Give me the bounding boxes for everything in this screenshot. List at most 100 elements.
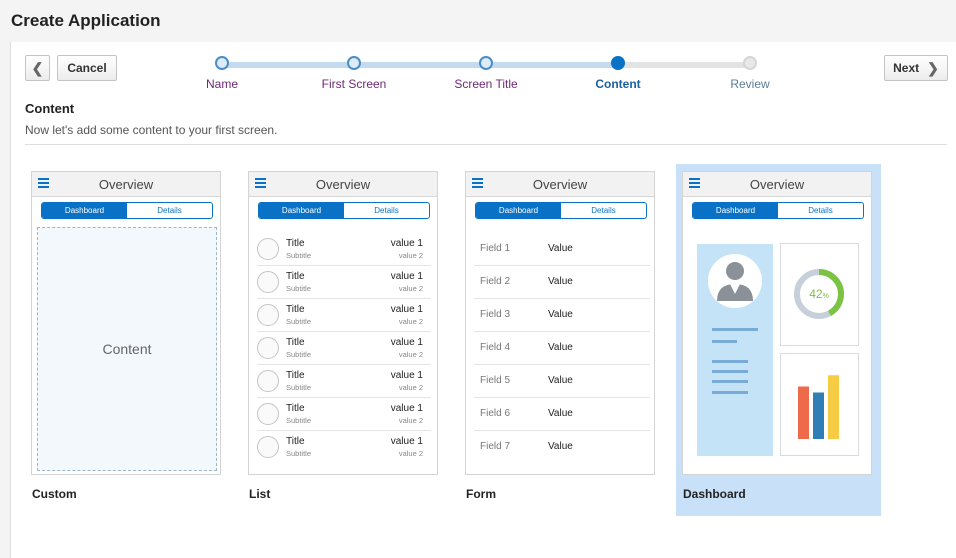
train-label-screen-title[interactable]: Screen Title bbox=[426, 77, 546, 91]
chevron-right-icon: ❯ bbox=[927, 59, 939, 76]
list-item: Title Subtitle value 1 value 2 bbox=[257, 431, 431, 464]
tab-dashboard: Dashboard bbox=[259, 203, 344, 218]
form-row: Field 4 Value bbox=[474, 332, 650, 365]
list-item-value2: value 2 bbox=[398, 317, 423, 326]
list-item-value1: value 1 bbox=[390, 403, 423, 414]
template-caption-list[interactable]: List bbox=[249, 487, 270, 501]
tab-details: Details bbox=[374, 206, 399, 215]
form-field-label: Field 2 bbox=[480, 276, 511, 287]
tab-details: Details bbox=[808, 206, 833, 215]
list-item-value2: value 2 bbox=[398, 449, 423, 458]
divider bbox=[25, 144, 947, 145]
train-stop-review[interactable] bbox=[743, 56, 757, 70]
preview-header: Overview bbox=[466, 172, 654, 197]
cancel-button-label: Cancel bbox=[67, 61, 107, 75]
next-button[interactable]: Next ❯ bbox=[884, 55, 948, 81]
form-row: Field 7 Value bbox=[474, 431, 650, 464]
list-item-subtitle: Subtitle bbox=[286, 416, 312, 425]
train-stop-screen-title[interactable] bbox=[479, 56, 493, 70]
tab-details: Details bbox=[157, 206, 182, 215]
preview-tabs: Dashboard Details bbox=[41, 202, 213, 219]
form-field-value: Value bbox=[548, 408, 573, 419]
list-avatar-icon bbox=[257, 436, 279, 458]
list-item: Title Subtitle value 1 value 2 bbox=[257, 398, 431, 431]
list-item-title: Title bbox=[286, 436, 305, 447]
list-item-value2: value 2 bbox=[398, 416, 423, 425]
bar-chart bbox=[798, 375, 839, 439]
list-item-value2: value 2 bbox=[398, 383, 423, 392]
cancel-button[interactable]: Cancel bbox=[57, 55, 117, 81]
list-item-subtitle: Subtitle bbox=[286, 317, 312, 326]
list-item-title: Title bbox=[286, 304, 305, 315]
list-item-subtitle: Subtitle bbox=[286, 449, 312, 458]
bar-2 bbox=[813, 392, 824, 439]
list-avatar-icon bbox=[257, 370, 279, 392]
next-button-label: Next bbox=[893, 61, 920, 75]
content-placeholder: Content bbox=[37, 227, 217, 471]
train-track-visited bbox=[222, 62, 618, 68]
train-label-content[interactable]: Content bbox=[558, 77, 678, 91]
form-field-value: Value bbox=[548, 441, 573, 452]
list-item-subtitle: Subtitle bbox=[286, 383, 312, 392]
train-label-first-screen[interactable]: First Screen bbox=[294, 77, 414, 91]
list-avatar-icon bbox=[257, 403, 279, 425]
list-item-subtitle: Subtitle bbox=[286, 350, 312, 359]
list-item-value2: value 2 bbox=[398, 350, 423, 359]
form-field-label: Field 3 bbox=[480, 309, 511, 320]
list-item-value1: value 1 bbox=[390, 304, 423, 315]
list-item-title: Title bbox=[286, 370, 305, 381]
list-item-subtitle: Subtitle bbox=[286, 284, 312, 293]
form-field-value: Value bbox=[548, 309, 573, 320]
list-item: Title Subtitle value 1 value 2 bbox=[257, 332, 431, 365]
list-item-title: Title bbox=[286, 403, 305, 414]
preview-title: Overview bbox=[749, 177, 805, 192]
template-card-custom[interactable]: Overview Dashboard Details Content bbox=[31, 171, 221, 475]
dashboard-bar-panel bbox=[780, 353, 859, 456]
train-stop-first-screen[interactable] bbox=[347, 56, 361, 70]
list-avatar-icon bbox=[257, 238, 279, 260]
form-field-label: Field 6 bbox=[480, 408, 511, 419]
train-stop-content[interactable] bbox=[611, 56, 625, 70]
list-item-value1: value 1 bbox=[390, 271, 423, 282]
section-title: Content bbox=[25, 101, 75, 116]
back-button[interactable]: ❮ bbox=[25, 55, 50, 81]
preview-title: Overview bbox=[532, 177, 588, 192]
list-item-value1: value 1 bbox=[390, 238, 423, 249]
list-avatar-icon bbox=[257, 271, 279, 293]
form-field-label: Field 4 bbox=[480, 342, 511, 353]
train-stop-name[interactable] bbox=[215, 56, 229, 70]
page-title: Create Application bbox=[11, 11, 161, 30]
preview-tabs: Dashboard Details bbox=[692, 202, 864, 219]
list-item-title: Title bbox=[286, 238, 305, 249]
form-field-value: Value bbox=[548, 243, 573, 254]
list-item-subtitle: Subtitle bbox=[286, 251, 312, 260]
form-row: Field 3 Value bbox=[474, 299, 650, 332]
template-caption-dashboard[interactable]: Dashboard bbox=[683, 487, 746, 501]
template-caption-custom[interactable]: Custom bbox=[32, 487, 77, 501]
template-caption-form[interactable]: Form bbox=[466, 487, 496, 501]
template-card-list[interactable]: Overview Dashboard Details Title Subtitl… bbox=[248, 171, 438, 475]
list-item: Title Subtitle value 1 value 2 bbox=[257, 266, 431, 299]
list-item: Title Subtitle value 1 value 2 bbox=[257, 299, 431, 332]
gauge-label: 42% bbox=[809, 287, 829, 301]
preview-tabs: Dashboard Details bbox=[258, 202, 430, 219]
gauge-chart: 42% bbox=[794, 269, 844, 319]
form-field-label: Field 5 bbox=[480, 375, 511, 386]
preview-title: Overview bbox=[98, 177, 154, 192]
template-card-dashboard[interactable]: Overview Dashboard Details 42% bbox=[682, 171, 872, 475]
preview-header: Overview bbox=[32, 172, 220, 197]
train-label-review[interactable]: Review bbox=[690, 77, 810, 91]
list-item-value1: value 1 bbox=[390, 436, 423, 447]
list-item-title: Title bbox=[286, 271, 305, 282]
bar-1 bbox=[798, 386, 809, 439]
form-field-value: Value bbox=[548, 342, 573, 353]
list-item: Title Subtitle value 1 value 2 bbox=[257, 233, 431, 266]
train-label-name[interactable]: Name bbox=[162, 77, 282, 91]
title-bar: Create Application bbox=[0, 0, 956, 42]
template-card-form[interactable]: Overview Dashboard Details Field 1 Value… bbox=[465, 171, 655, 475]
tab-dashboard: Dashboard bbox=[476, 203, 561, 218]
tab-details: Details bbox=[591, 206, 616, 215]
dashboard-profile-panel bbox=[697, 244, 773, 456]
form-row: Field 2 Value bbox=[474, 266, 650, 299]
list-item: Title Subtitle value 1 value 2 bbox=[257, 365, 431, 398]
